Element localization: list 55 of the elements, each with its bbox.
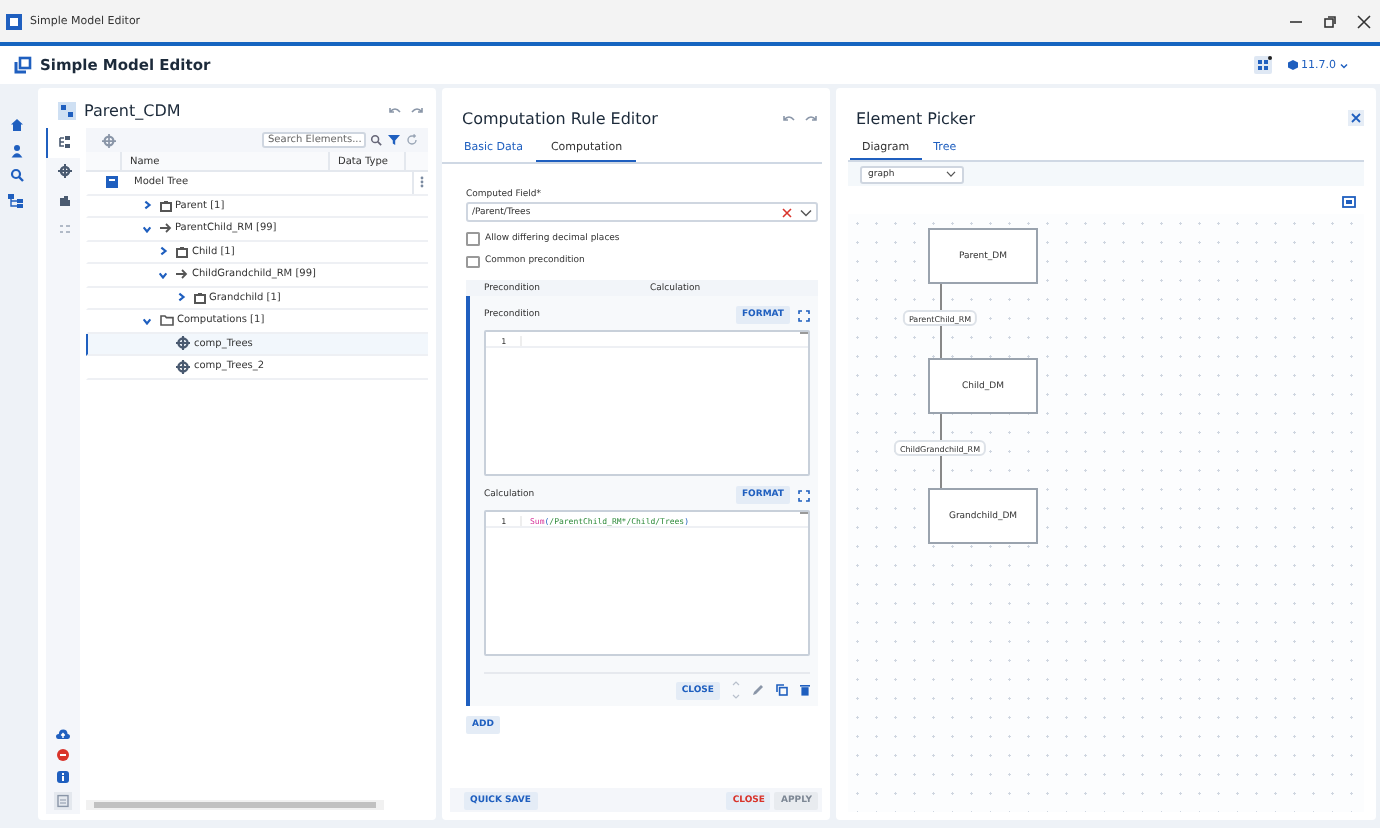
side-tab[interactable]: [46, 128, 80, 157]
grid-icon[interactable]: [1253, 56, 1271, 74]
chevron-icon[interactable]: [175, 292, 185, 303]
search-icon[interactable]: [9, 168, 23, 182]
cloud-upload-icon[interactable]: [56, 728, 70, 740]
logo-icon: [14, 56, 32, 74]
redo-icon[interactable]: [410, 105, 424, 115]
person-icon[interactable]: [9, 143, 23, 157]
panel-title: Computation Rule Editor: [462, 109, 658, 127]
expand-icon[interactable]: [798, 309, 810, 321]
chevron-icon[interactable]: [158, 246, 168, 257]
chevron-down-icon[interactable]: [800, 207, 812, 217]
copy-icon[interactable]: [776, 684, 788, 696]
connector-line: [940, 414, 942, 488]
scrollbar[interactable]: [86, 800, 384, 810]
trash-icon[interactable]: [800, 684, 810, 696]
filter-icon[interactable]: [388, 134, 400, 146]
undo-icon[interactable]: [782, 113, 796, 123]
pencil-icon[interactable]: [752, 684, 764, 696]
chevron-down-icon: [946, 170, 956, 178]
info-icon[interactable]: [56, 770, 70, 784]
entity-icon: [193, 291, 205, 304]
expand-icon[interactable]: [798, 489, 810, 501]
hexagon-icon: [1287, 60, 1297, 70]
app-icon: [6, 13, 22, 29]
close-icon[interactable]: [1356, 13, 1372, 29]
error-icon[interactable]: [56, 748, 70, 762]
connector-line: [940, 284, 942, 358]
chevron-icon[interactable]: [141, 200, 151, 211]
home-icon[interactable]: [9, 118, 23, 132]
caret-icon: [1340, 61, 1348, 69]
entity-icon: [159, 199, 171, 212]
checkbox[interactable]: [466, 255, 479, 268]
checkbox[interactable]: [466, 232, 479, 245]
chevron-icon[interactable]: [141, 315, 151, 326]
search-icon: [370, 134, 382, 146]
chevron-icon[interactable]: [141, 223, 151, 234]
chevron-icon[interactable]: [158, 269, 168, 280]
fit-view-icon[interactable]: [1342, 196, 1356, 208]
redo-icon[interactable]: [804, 113, 818, 123]
restore-icon[interactable]: [1322, 13, 1338, 29]
model-icon: [58, 101, 76, 119]
model-icon: [106, 176, 118, 189]
undo-icon[interactable]: [388, 105, 402, 115]
folder-icon: [159, 314, 173, 327]
panel-title: Element Picker: [856, 109, 975, 127]
list-icon: [57, 222, 71, 237]
arrow-icon: [176, 268, 188, 281]
clear-icon[interactable]: [782, 207, 792, 217]
close-icon[interactable]: [1348, 110, 1364, 126]
hierarchy-icon[interactable]: [8, 193, 24, 207]
tree-icon: [57, 135, 71, 150]
entity-icon: [176, 245, 188, 258]
arrow-icon: [159, 222, 171, 235]
panel-title: Parent_CDM: [84, 101, 181, 119]
